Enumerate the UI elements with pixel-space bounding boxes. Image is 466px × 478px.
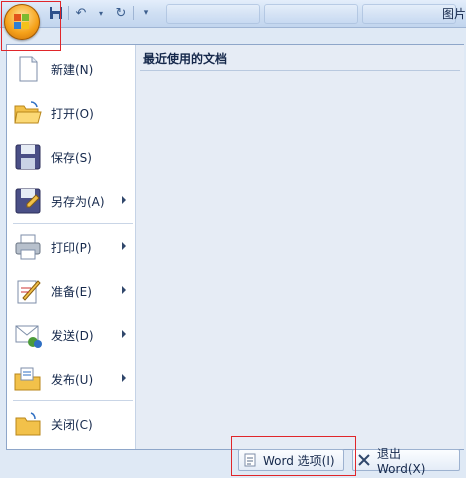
undo-icon[interactable]: ↶ [73,5,89,21]
redo-icon[interactable]: ↻ [113,5,129,21]
menu-item-label: 准备(E) [51,284,92,299]
prepare-icon [13,276,43,306]
save-disk-icon [13,142,43,172]
menu-item-label: 另存为(A) [51,194,105,209]
close-icon [357,453,371,467]
menu-item-new[interactable]: 新建(N) [7,47,134,91]
menu-item-label: 打开(O) [51,106,94,121]
window-tab [166,4,260,24]
open-folder-icon [13,98,43,128]
menu-item-publish[interactable]: 发布(U) [7,357,134,401]
menu-divider [13,223,133,224]
quick-access-toolbar: ↶ ▾ ↻ ▾ [48,4,154,22]
submenu-arrow-icon [122,330,126,338]
word-options-highlight [231,436,356,476]
menu-item-label: 发送(D) [51,328,94,343]
close-folder-icon [13,409,43,439]
toolbar-separator [133,6,134,20]
background-window-tabs [166,4,456,24]
recent-documents-title: 最近使用的文档 [143,52,228,66]
menu-commands: 新建(N) 打开(O) 保存(S) 另存为(A) 打印(P) 准备(E) 发送(… [7,45,134,449]
submenu-arrow-icon [122,242,126,250]
submenu-arrow-icon [122,286,126,294]
menu-item-label: 发布(U) [51,372,94,387]
toolbar-separator [68,6,69,20]
menu-item-close[interactable]: 关闭(C) [7,402,134,446]
send-icon [13,320,43,350]
exit-word-button[interactable]: 退出 Word(X) [352,447,460,476]
menu-item-label: 保存(S) [51,150,92,165]
publish-icon [13,364,43,394]
menu-item-save[interactable]: 保存(S) [7,135,134,179]
new-document-icon [13,54,43,84]
recent-documents-divider [140,70,460,71]
menu-item-send[interactable]: 发送(D) [7,313,134,357]
title-bar: ↶ ▾ ↻ ▾ 图片 [0,0,466,28]
submenu-arrow-icon [122,374,126,382]
menu-item-label: 新建(N) [51,62,94,77]
menu-divider [13,400,133,401]
office-button-highlight [1,1,61,51]
customize-icon[interactable]: ▾ [138,5,154,21]
recent-documents-panel: 最近使用的文档 [135,45,464,449]
save-as-icon [13,186,43,216]
undo-dropdown-icon[interactable]: ▾ [93,5,109,21]
menu-item-label: 打印(P) [51,240,92,255]
window-title: 图片 [441,7,466,21]
printer-icon [13,232,43,262]
menu-item-open[interactable]: 打开(O) [7,91,134,135]
exit-word-label: 退出 Word(X) [377,446,426,476]
menu-item-print[interactable]: 打印(P) [7,225,134,269]
menu-item-prepare[interactable]: 准备(E) [7,269,134,313]
window-tab [264,4,358,24]
menu-item-save-as[interactable]: 另存为(A) [7,179,134,223]
submenu-arrow-icon [122,196,126,204]
office-menu: 新建(N) 打开(O) 保存(S) 另存为(A) 打印(P) 准备(E) 发送(… [6,44,464,450]
menu-item-label: 关闭(C) [51,417,93,432]
